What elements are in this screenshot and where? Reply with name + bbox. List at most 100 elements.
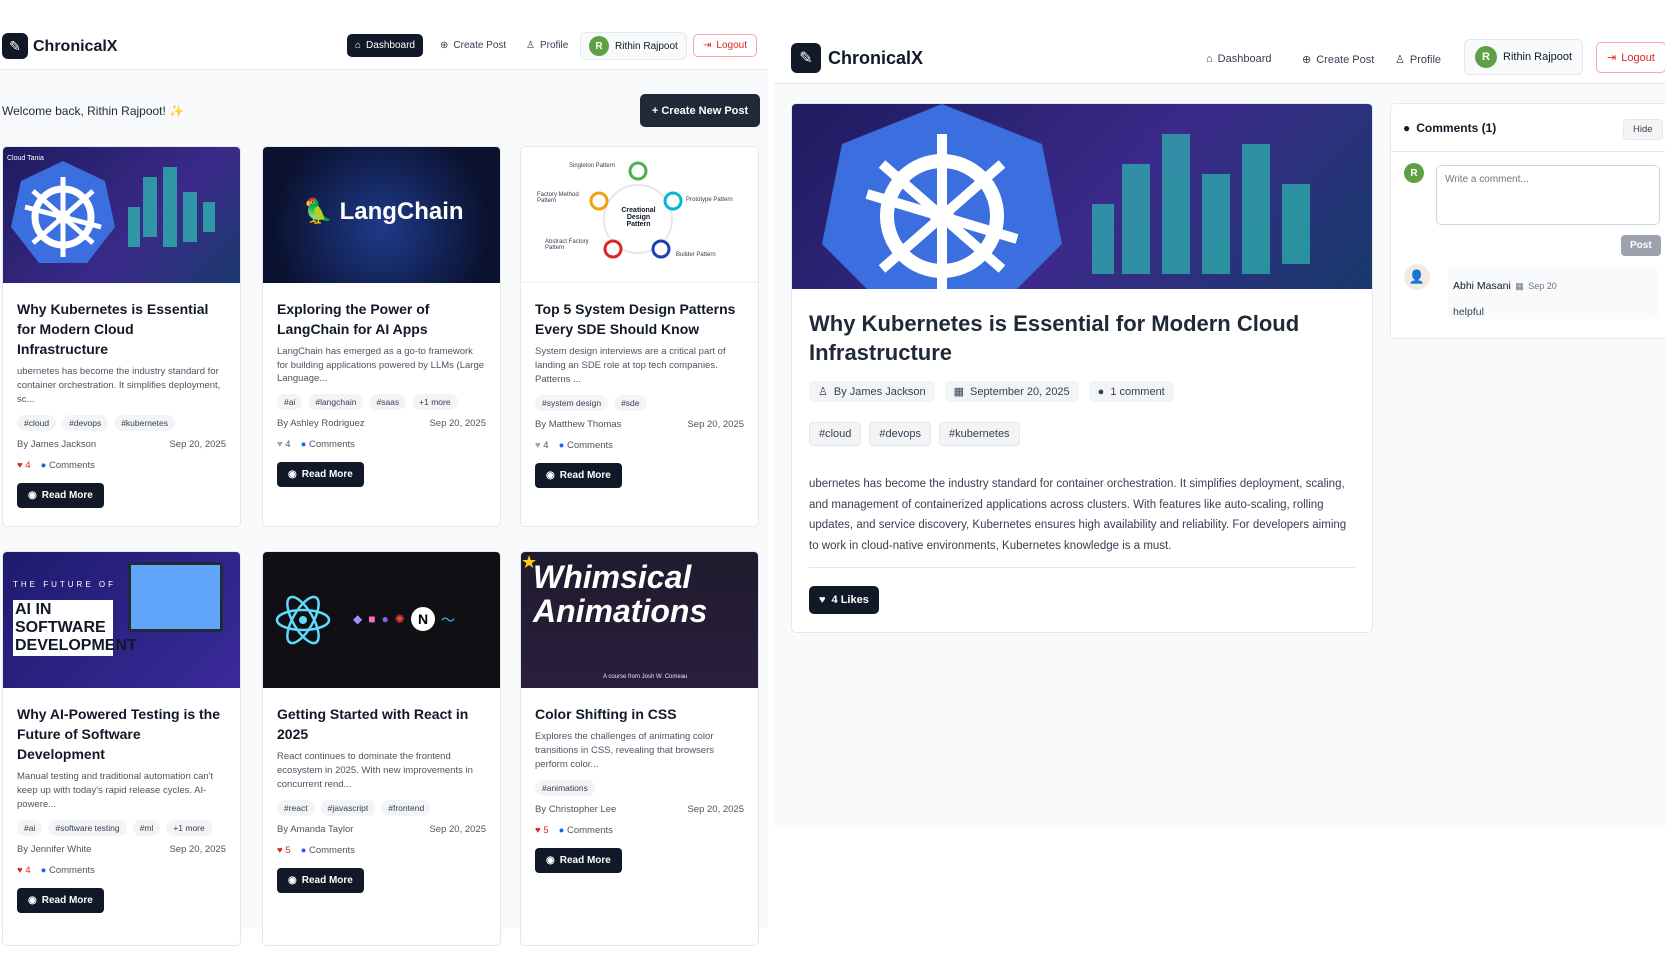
react-logo-icon [275,595,331,645]
eye-icon: ◉ [546,470,555,481]
tag[interactable]: #devops [62,415,109,431]
post-stats: ♥ 4 ● Comments [535,440,744,451]
tag[interactable]: #saas [369,393,407,410]
post-title[interactable]: Top 5 System Design Patterns Every SDE S… [535,299,744,339]
tag[interactable]: #sde [614,395,647,411]
post-card: Cloud Tania Why Kubernetes is Essential … [2,146,241,527]
comment-count-chip[interactable]: ● 1 comment [1088,381,1174,402]
tag[interactable]: #cloud [809,422,862,446]
like-count[interactable]: ♥ 4 [535,440,549,451]
post-meta: By Amanda Taylor Sep 20, 2025 [277,824,486,835]
post-date: Sep 20, 2025 [429,824,486,835]
tag[interactable]: #system design [535,395,609,411]
read-more-button[interactable]: ◉ Read More [535,463,622,488]
read-more-button[interactable]: ◉ Read More [17,483,104,508]
like-count[interactable]: ♥ 4 [17,865,31,876]
like-count[interactable]: ♥ 4 [277,439,291,450]
post-meta: By James Jackson Sep 20, 2025 [17,439,226,450]
post-title[interactable]: Why AI-Powered Testing is the Future of … [17,704,226,764]
eye-icon: ◉ [288,468,297,480]
nav-profile[interactable]: ♙ Profile [518,34,576,57]
like-count[interactable]: ♥ 5 [277,845,291,856]
article-hero-image [792,104,1372,289]
post-title[interactable]: Color Shifting in CSS [535,704,744,724]
logo-pen-icon[interactable]: ✎ [791,43,821,73]
tag[interactable]: #ai [277,393,303,410]
tag[interactable]: #javascript [320,800,376,816]
comments-link[interactable]: ● Comments [559,440,613,451]
post-date: Sep 20, 2025 [687,419,744,430]
tag[interactable]: #frontend [381,800,432,816]
like-button[interactable]: ♥ 4 Likes [809,586,879,614]
tag[interactable]: #react [277,800,315,816]
tag[interactable]: #devops [869,422,932,446]
post-excerpt: React continues to dominate the frontend… [277,751,473,790]
post-title[interactable]: Exploring the Power of LangChain for AI … [277,299,486,339]
nav-dashboard[interactable]: ⌂ Dashboard [1198,47,1279,71]
post-excerpt: ubernetes has become the industry standa… [17,366,221,405]
plus-icon: + [651,104,659,117]
comments-link[interactable]: ● Comments [41,865,95,876]
parrot-icon: 🦜 [303,198,333,225]
tag[interactable]: #ml [132,820,161,836]
tag[interactable]: #animations [535,780,595,796]
post-tags: #cloud #devops #kubernetes [17,415,226,431]
tag[interactable]: #software testing [48,820,127,836]
post-card-body: Why Kubernetes is Essential for Modern C… [3,283,240,520]
read-more-button[interactable]: ◉ Read More [277,461,364,487]
article-card: Why Kubernetes is Essential for Modern C… [791,103,1373,633]
tag[interactable]: #kubernetes [939,422,1020,446]
user-chip[interactable]: R Rithin Rajpoot [580,32,687,60]
post-title[interactable]: Why Kubernetes is Essential for Modern C… [17,299,226,359]
read-more-button[interactable]: ◉ Read More [17,888,104,913]
tag[interactable]: #kubernetes [114,415,175,431]
post-author: By Jennifer White [17,844,92,855]
comments-link[interactable]: ● Comments [301,439,355,450]
post-card: Whimsical Animations A course from Josh … [520,551,759,946]
tag[interactable]: #ai [17,820,43,836]
logo-pen-icon[interactable]: ✎ [2,33,28,59]
nav-dashboard[interactable]: ⌂ Dashboard [347,34,423,57]
post-stats: ♥ 5 ● Comments [277,845,486,856]
nav-create-post[interactable]: ⊕ Create Post [432,34,514,57]
post-image: THE FUTURE OF AI IN SOFTWARE DEVELOPMENT [3,552,240,688]
comments-link[interactable]: ● Comments [559,825,613,836]
brand-name[interactable]: ChronicalX [828,48,923,69]
user-chip[interactable]: R Rithin Rajpoot [1464,39,1584,75]
avatar: R [1404,163,1424,183]
tag-more[interactable]: +1 more [412,393,458,410]
hide-comments-button[interactable]: Hide [1623,119,1663,140]
tag[interactable]: #cloud [17,415,57,431]
post-meta: By Ashley Rodriguez Sep 20, 2025 [277,418,486,429]
post-stats: ♥ 4 ● Comments [17,460,226,471]
logout-icon: ⇥ [1607,52,1617,64]
post-tags: #ai #langchain #saas +1 more [277,393,486,410]
like-count[interactable]: ♥ 5 [535,825,549,836]
comments-link[interactable]: ● Comments [41,460,95,471]
comment-icon: ● [40,865,47,876]
comments-panel: ● Comments (1) Hide R Post 👤 Abhi Masani… [1390,103,1665,339]
logout-button[interactable]: ⇥ Logout [693,34,757,57]
post-date: Sep 20, 2025 [169,439,226,450]
post-detail-view: ✎ ChronicalX ⌂ Dashboard ⊕ Create Post ♙ Pr… [774,33,1665,828]
logout-button[interactable]: ⇥ Logout [1596,42,1665,73]
brand-name[interactable]: ChronicalX [33,38,117,56]
comment-input[interactable] [1436,165,1660,225]
nav-create-post[interactable]: ⊕ Create Post [1294,47,1382,72]
comment-icon: ● [1097,385,1105,398]
eye-icon: ◉ [546,855,555,866]
tag[interactable]: #langchain [308,393,364,410]
post-title[interactable]: Getting Started with React in 2025 [277,704,486,744]
nav-profile[interactable]: ♙ Profile [1387,47,1449,72]
post-stats: ♥ 4 ● Comments [277,439,486,450]
post-comment-button[interactable]: Post [1621,235,1661,256]
read-more-button[interactable]: ◉ Read More [535,848,622,873]
comments-link[interactable]: ● Comments [301,845,355,856]
create-new-post-button[interactable]: + Create New Post [640,94,760,127]
user-icon: ♙ [818,386,828,398]
tag-more[interactable]: +1 more [166,820,212,836]
read-more-button[interactable]: ◉ Read More [277,868,364,893]
article-meta: ♙ By James Jackson ▦ September 20, 2025 ● 1… [809,381,1174,402]
post-author: By Matthew Thomas [535,419,622,430]
like-count[interactable]: ♥ 4 [17,460,31,471]
